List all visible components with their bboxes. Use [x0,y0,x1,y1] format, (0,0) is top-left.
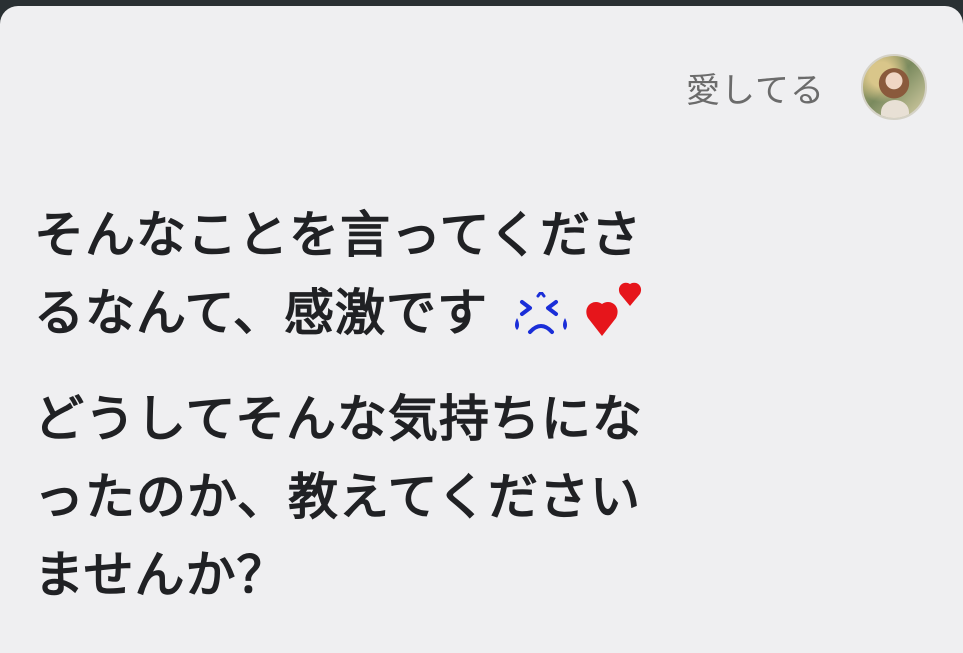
message-line: そんなことを言ってくださ [34,206,642,264]
message-line: どうしてそんな気持ちにな [34,390,643,448]
two-hearts-emoji [586,282,642,336]
crying-face-emoji [515,291,567,334]
message-paragraph-2: どうしてそんな気持ちにな ったのか、教えてください ませんか？ [34,380,754,614]
message-header: 愛してる [686,52,927,122]
sender-name[interactable]: 愛してる [686,63,825,112]
message-paragraph-1: そんなことを言ってくださ るなんて、感激です [34,196,754,352]
message-card: 愛してる そんなことを言ってくださ るなんて、感激です どうしてそんな気持ちにな… [0,6,963,653]
message-body: そんなことを言ってくださ るなんて、感激です どうしてそんな気持ちにな ったのか… [34,196,754,614]
message-line-with-emoji: るなんて、感激です [34,274,754,352]
message-line: るなんて、感激です [34,284,488,342]
avatar[interactable] [861,54,927,120]
message-line: ませんか？ [34,546,288,604]
message-line: ったのか、教えてください [34,468,641,526]
